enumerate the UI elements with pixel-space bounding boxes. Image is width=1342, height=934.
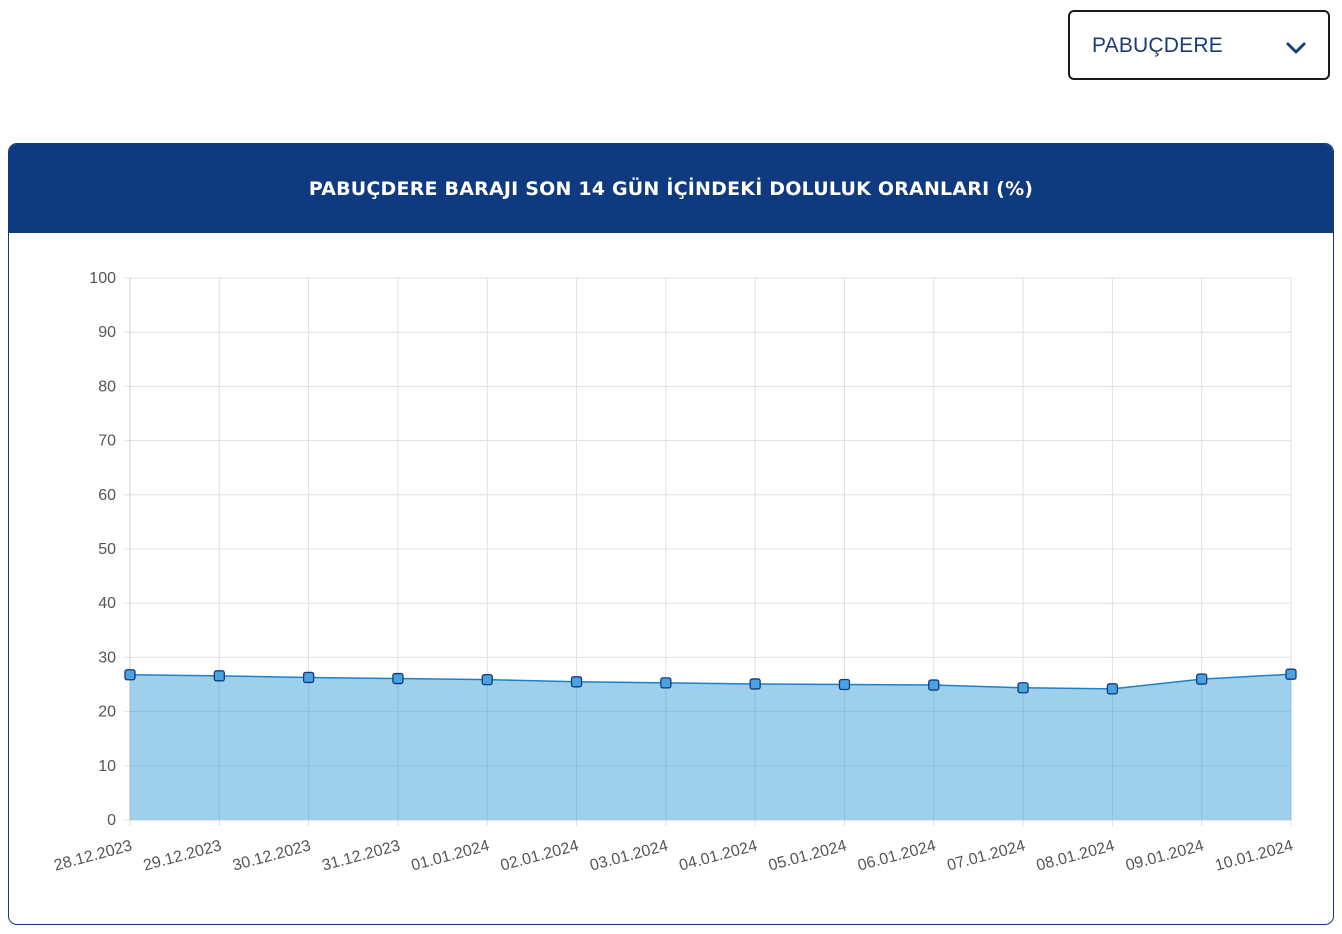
y-tick-label: 10 (98, 758, 116, 775)
x-tick-label: 10.01.2024 (1213, 837, 1295, 874)
data-point-marker (302, 671, 315, 684)
data-point-marker (213, 670, 225, 682)
data-point-marker (570, 676, 583, 688)
y-tick-label: 80 (98, 378, 116, 395)
data-point-marker (1106, 683, 1119, 695)
y-tick-label: 0 (107, 812, 116, 829)
x-tick-label: 01.01.2024 (410, 837, 492, 874)
x-tick-label: 06.01.2024 (856, 837, 938, 874)
y-tick-label: 90 (98, 324, 116, 341)
y-tick-label: 100 (89, 270, 116, 287)
y-tick-label: 70 (98, 433, 116, 450)
y-tick-label: 30 (98, 649, 116, 666)
x-tick-label: 09.01.2024 (1124, 837, 1206, 874)
data-point-marker (928, 679, 940, 691)
x-tick-label: 05.01.2024 (767, 837, 849, 874)
data-point-marker (124, 669, 136, 681)
data-point-marker (392, 672, 404, 685)
data-point-marker (660, 677, 672, 689)
data-point-marker (749, 678, 761, 690)
fill-rate-area-chart: 0 10 20 30 40 50 60 70 80 90 100 28.12.2023 29.12.20… (52, 270, 1297, 875)
data-point-marker (481, 673, 493, 686)
x-tick-label: 02.01.2024 (499, 837, 581, 874)
data-point-marker (1017, 682, 1029, 694)
y-tick-label: 50 (98, 541, 116, 558)
x-tick-label: 03.01.2024 (588, 837, 670, 874)
x-tick-label: 30.12.2023 (231, 837, 313, 874)
data-point-marker (1196, 673, 1208, 685)
series-area-fill (130, 674, 1291, 820)
x-tick-label: 07.01.2024 (945, 837, 1027, 874)
data-point-marker (1285, 668, 1297, 680)
x-tick-label: 28.12.2023 (52, 837, 134, 874)
x-tick-label: 08.01.2024 (1035, 837, 1117, 874)
y-tick-label: 40 (98, 595, 116, 612)
y-tick-label: 60 (98, 487, 116, 504)
y-tick-label: 20 (98, 704, 116, 721)
data-point-marker (838, 678, 851, 691)
x-tick-label: 31.12.2023 (320, 837, 402, 874)
x-tick-label: 29.12.2023 (142, 837, 224, 874)
x-tick-label: 04.01.2024 (677, 837, 759, 874)
